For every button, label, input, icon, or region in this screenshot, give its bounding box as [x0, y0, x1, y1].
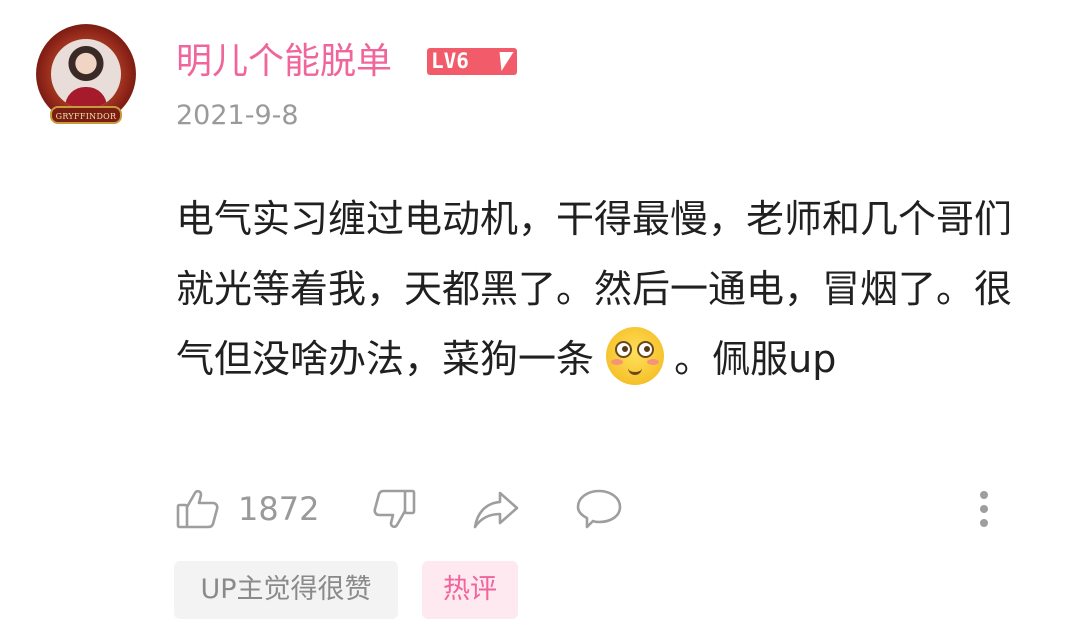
comment-text-main: 电气实习缠过电动机，干得最慢，老师和几个哥们就光等着我，天都黑了。然后一通电，冒…	[176, 197, 1013, 381]
comment-date: 2021-9-8	[176, 100, 299, 131]
more-vertical-icon	[980, 491, 988, 527]
reply-button[interactable]	[575, 484, 623, 534]
thumbs-up-icon	[176, 489, 219, 529]
avatar-banner: GRYFFINDOR	[50, 106, 122, 124]
up-liked-tag: UP主觉得很赞	[174, 561, 398, 619]
hot-comment-tag: 热评	[422, 561, 518, 619]
comment-text-tail: 。佩服up	[674, 337, 837, 381]
comment-actions: 1872	[176, 484, 1026, 534]
lightning-icon	[494, 52, 514, 71]
dislike-button[interactable]	[372, 484, 416, 534]
share-button[interactable]	[472, 484, 520, 534]
like-button[interactable]: 1872	[176, 484, 319, 534]
flushed-face-icon	[606, 326, 665, 385]
thumbs-down-icon	[373, 489, 416, 529]
username[interactable]: 明儿个能脱单	[176, 38, 392, 86]
avatar-photo	[51, 39, 121, 109]
share-arrow-icon	[473, 491, 519, 529]
comment-text: 电气实习缠过电动机，干得最慢，老师和几个哥们就光等着我，天都黑了。然后一通电，冒…	[176, 184, 1046, 394]
level-badge-label: LV6	[431, 49, 469, 73]
reply-bubble-icon	[576, 489, 622, 529]
like-count: 1872	[238, 490, 320, 528]
comment-card: GRYFFINDOR 明儿个能脱单 LV6 2021-9-8 电气实习缠过电动机…	[0, 0, 1080, 643]
level-badge: LV6	[427, 48, 517, 75]
more-button[interactable]	[974, 484, 994, 534]
avatar[interactable]: GRYFFINDOR	[36, 24, 136, 130]
